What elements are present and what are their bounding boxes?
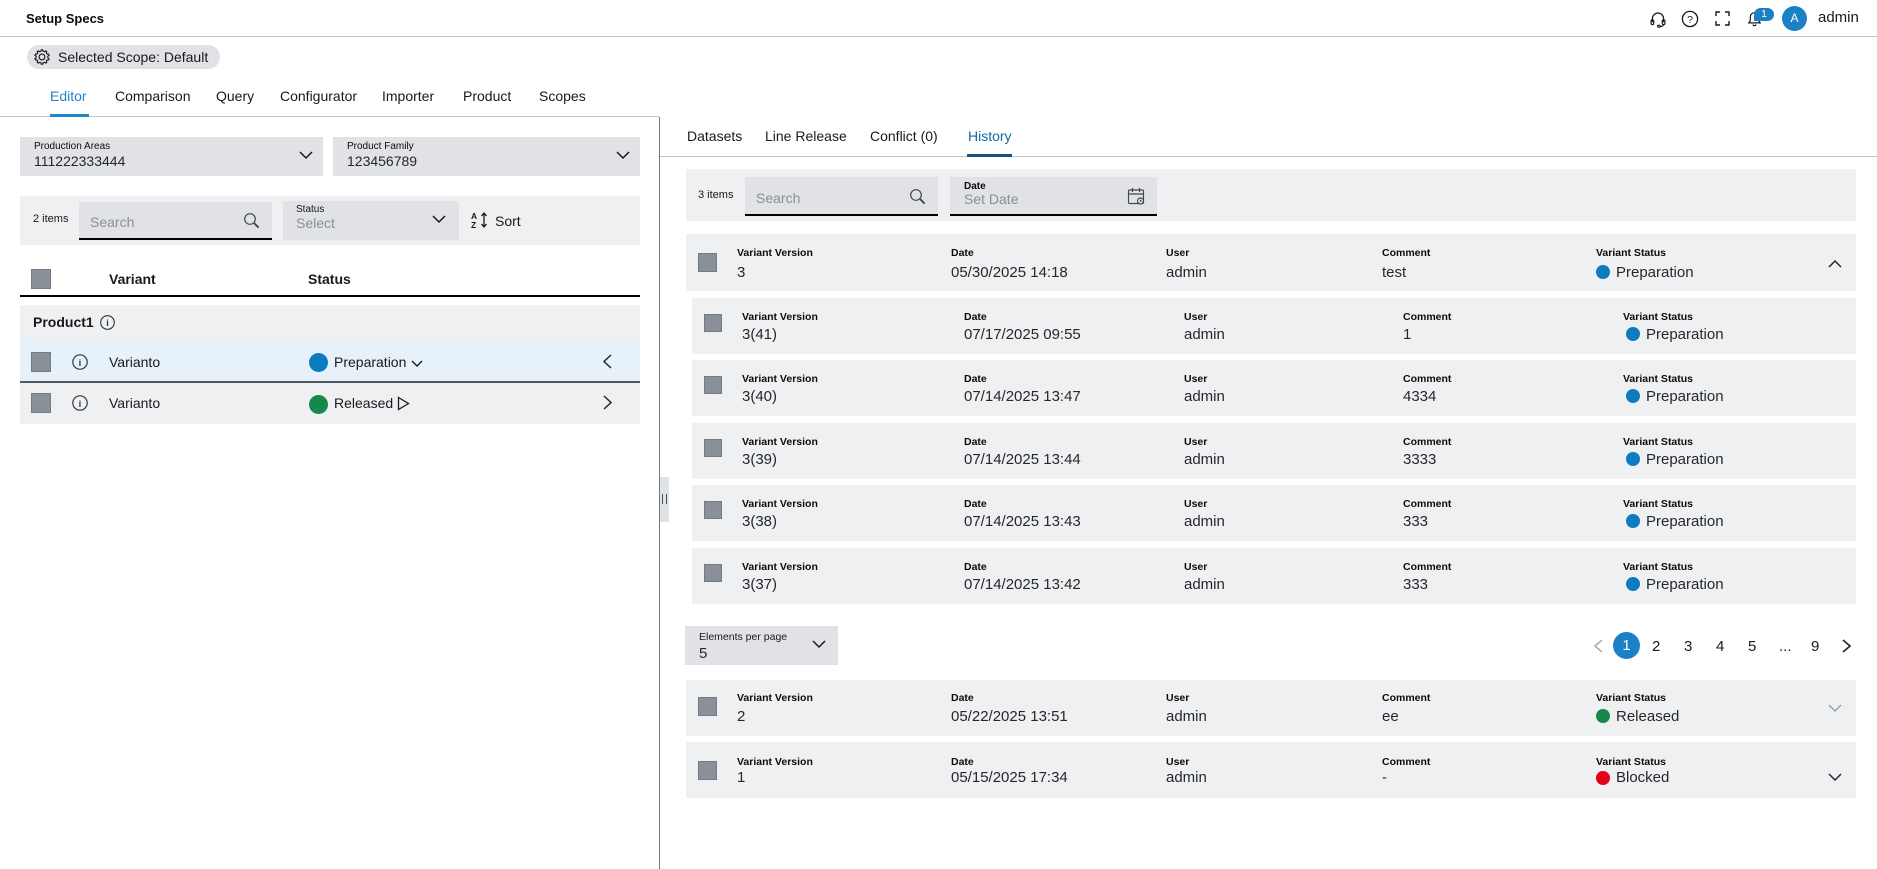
svg-text:i: i	[79, 358, 82, 369]
svg-text:i: i	[106, 318, 109, 328]
svg-text:Z: Z	[471, 220, 476, 230]
svg-text:?: ?	[1687, 14, 1693, 26]
svg-text:i: i	[79, 399, 82, 410]
